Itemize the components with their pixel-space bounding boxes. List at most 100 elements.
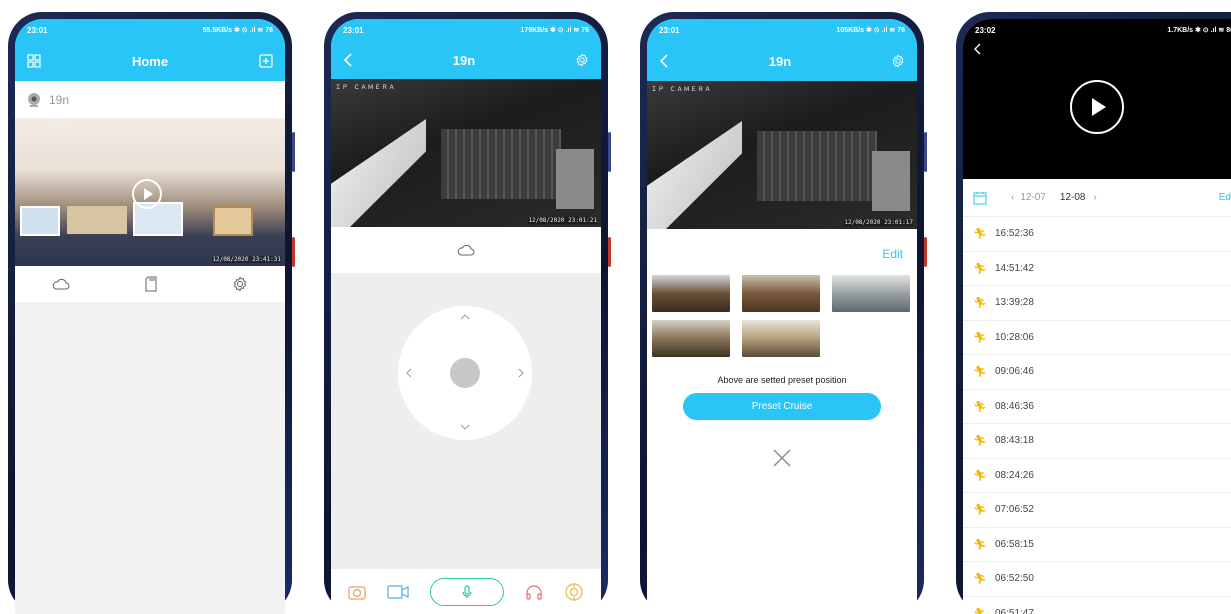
talk-icon[interactable] xyxy=(429,577,504,606)
close-icon[interactable] xyxy=(772,448,792,468)
phone-live: 23:01 179KB/s ✱ ⊙ .ıl ≋ 76 19n ＩＰ ＣＡＭＥＲＡ… xyxy=(324,12,611,614)
cloud-row xyxy=(331,227,601,273)
event-list-item[interactable]: 🏃︎ 06:58:15 xyxy=(963,528,1231,562)
grid-menu-icon[interactable] xyxy=(27,54,41,68)
phone-home: 23:01 55.5KB/s ✱ ⊙ .ıl ≋ 76 Home 19n ＩＰ … xyxy=(8,12,295,614)
event-time: 13:39:28 xyxy=(995,297,1034,309)
event-list-item[interactable]: 🏃︎ 16:52:36 xyxy=(963,217,1231,252)
board-shape xyxy=(67,206,127,234)
event-list-item[interactable]: 🏃︎ 13:39:28 xyxy=(963,286,1231,321)
screen-home: 23:01 55.5KB/s ✱ ⊙ .ıl ≋ 76 Home 19n ＩＰ … xyxy=(15,19,285,614)
back-icon[interactable] xyxy=(659,54,669,68)
edit-row: Edit xyxy=(647,229,917,275)
gear-icon[interactable] xyxy=(232,276,248,292)
event-list-item[interactable]: 🏃︎ 08:43:18 xyxy=(963,424,1231,459)
joystick-knob[interactable] xyxy=(450,358,480,388)
play-icon[interactable] xyxy=(1069,79,1125,135)
bottom-toolbar xyxy=(331,569,601,614)
device-row[interactable]: 19n xyxy=(15,81,285,118)
status-time: 23:01 xyxy=(27,25,48,35)
event-list-item[interactable]: 🏃︎ 08:46:36 xyxy=(963,390,1231,424)
motion-running-icon: 🏃︎ xyxy=(973,366,987,379)
preset-thumbnail[interactable] xyxy=(832,275,910,312)
motion-running-icon: 🏃︎ xyxy=(973,435,987,448)
camera-feed[interactable]: ＩＰ ＣＡＭＥＲＡ 12/08/2020 23:01:21 xyxy=(331,79,601,227)
current-date: 12-08 xyxy=(1059,192,1086,203)
prev-date[interactable]: 12-07 xyxy=(1020,192,1046,203)
event-time: 14:51:42 xyxy=(995,262,1034,274)
camera-feed[interactable]: ＩＰ ＣＡＭＥＲＡ 12/08/2020 23:41:31 xyxy=(15,118,285,266)
page-title: 19n xyxy=(452,52,476,68)
cloud-icon[interactable] xyxy=(457,244,475,256)
motion-running-icon: 🏃︎ xyxy=(973,538,987,551)
gear-icon[interactable] xyxy=(575,53,589,67)
event-list-item[interactable]: 🏃︎ 08:24:26 xyxy=(963,459,1231,493)
motion-running-icon: 🏃︎ xyxy=(973,607,987,614)
event-time: 06:51:47 xyxy=(995,607,1034,614)
phone-playback: 23:02 1.7KB/s ✱ ⊙ .ıl ≋ 80 ‹ 12-07 12-08… xyxy=(956,12,1231,614)
chevron-right-icon[interactable] xyxy=(518,368,524,378)
cloud-icon[interactable] xyxy=(52,278,70,290)
camera-feed[interactable]: ＩＰ ＣＡＭＥＲＡ 12/08/2020 23:01:17 xyxy=(647,81,917,229)
chevron-up-icon[interactable] xyxy=(460,314,470,320)
status-time: 23:02 xyxy=(975,25,996,35)
edit-button[interactable]: Edit xyxy=(882,247,903,261)
camera-icon xyxy=(25,91,43,109)
nav-bar: 19n xyxy=(647,41,917,81)
event-list-item[interactable]: 🏃︎ 09:06:46 xyxy=(963,355,1231,390)
power-button xyxy=(924,237,927,267)
close-row xyxy=(647,448,917,473)
status-info: 55.5KB/s ✱ ⊙ .ıl ≋ 76 xyxy=(202,27,273,34)
railing-shape xyxy=(647,121,742,229)
date-bar: ‹ 12-07 12-08 › Edit xyxy=(963,179,1231,217)
edit-button[interactable]: Edit xyxy=(1219,192,1231,203)
page-title: Home xyxy=(131,53,169,69)
railing-shape xyxy=(331,119,426,227)
chevron-left-icon[interactable]: ‹ xyxy=(1011,192,1014,203)
feed-timestamp: 12/08/2020 23:41:31 xyxy=(212,256,281,263)
status-bar: 23:01 179KB/s ✱ ⊙ .ıl ≋ 76 xyxy=(331,19,601,41)
gear-icon[interactable] xyxy=(891,54,905,68)
preset-caption: Above are setted preset position xyxy=(717,375,847,385)
volume-button xyxy=(924,132,927,172)
page-title: 19n xyxy=(768,53,792,69)
preset-thumbnail[interactable] xyxy=(652,275,730,312)
phone-preset: 23:01 105KB/s ✱ ⊙ .ıl ≋ 76 19n ＩＰ ＣＡＭＥＲＡ… xyxy=(640,12,927,614)
status-time: 23:01 xyxy=(343,25,364,35)
chevron-left-icon[interactable] xyxy=(406,368,412,378)
event-list-item[interactable]: 🏃︎ 14:51:42 xyxy=(963,252,1231,286)
board-shape xyxy=(213,206,253,236)
record-icon[interactable] xyxy=(387,584,409,599)
preset-thumbnail[interactable] xyxy=(742,320,820,357)
chevron-down-icon[interactable] xyxy=(460,424,470,430)
chevron-right-icon[interactable]: › xyxy=(1094,192,1097,203)
add-device-icon[interactable] xyxy=(259,54,273,68)
back-icon[interactable] xyxy=(343,53,353,67)
motion-running-icon: 🏃︎ xyxy=(973,573,987,586)
listen-icon[interactable] xyxy=(525,584,543,600)
video-player[interactable]: 23:02 1.7KB/s ✱ ⊙ .ıl ≋ 80 xyxy=(963,19,1231,179)
snapshot-icon[interactable] xyxy=(347,584,366,600)
preset-icon[interactable] xyxy=(564,582,584,602)
calendar-icon[interactable] xyxy=(973,191,987,205)
nav-bar: Home xyxy=(15,41,285,81)
power-button xyxy=(292,237,295,267)
sdcard-icon[interactable] xyxy=(145,276,157,292)
screen-live: 23:01 179KB/s ✱ ⊙ .ıl ≋ 76 19n ＩＰ ＣＡＭＥＲＡ… xyxy=(331,19,601,614)
preset-thumbnail[interactable] xyxy=(742,275,820,312)
ptz-joystick[interactable] xyxy=(398,306,532,440)
event-list-item[interactable]: 🏃︎ 10:28:06 xyxy=(963,321,1231,355)
status-info: 1.7KB/s ✱ ⊙ .ıl ≋ 80 xyxy=(1167,27,1231,34)
back-icon[interactable] xyxy=(973,43,981,55)
play-icon[interactable] xyxy=(131,178,163,210)
header: 23:01 105KB/s ✱ ⊙ .ıl ≋ 76 19n xyxy=(647,19,917,81)
event-list-item[interactable]: 🏃︎ 06:52:50 xyxy=(963,562,1231,597)
feed-timestamp: 12/08/2020 23:01:21 xyxy=(528,217,597,224)
preset-cruise-button[interactable]: Preset Cruise xyxy=(683,393,881,420)
volume-button xyxy=(608,132,611,172)
motion-running-icon: 🏃︎ xyxy=(973,331,987,344)
event-list-item[interactable]: 🏃︎ 06:51:47 xyxy=(963,597,1231,614)
preset-thumbnail[interactable] xyxy=(652,320,730,357)
event-list-item[interactable]: 🏃︎ 07:06:52 xyxy=(963,493,1231,528)
panel-shape xyxy=(556,149,594,209)
